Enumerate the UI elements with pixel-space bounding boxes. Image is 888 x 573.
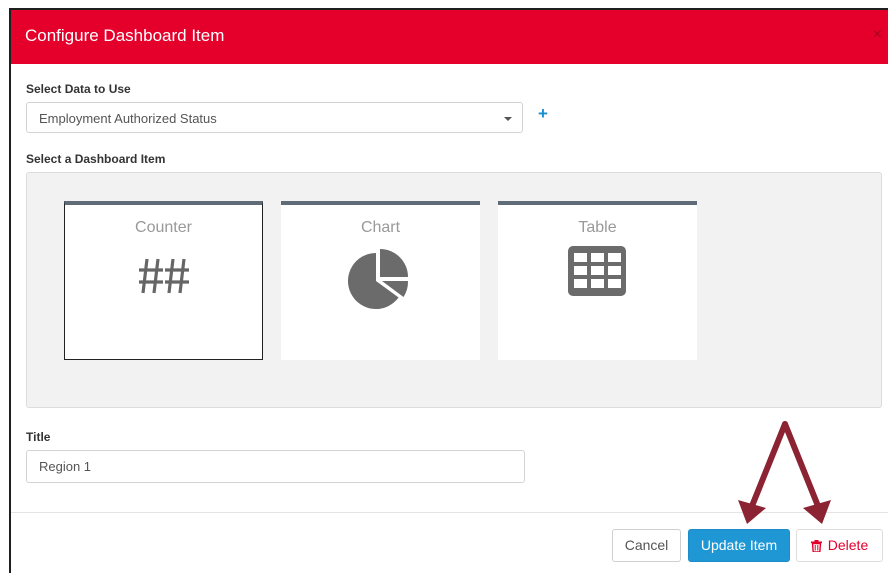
data-source-select[interactable]: Employment Authorized Status: [26, 102, 523, 133]
option-label: Table: [578, 219, 617, 236]
close-icon[interactable]: ×: [873, 26, 882, 44]
select-dashboard-item-label: Select a Dashboard Item: [26, 152, 166, 166]
pie-chart-icon: [348, 249, 409, 309]
update-item-button[interactable]: Update Item: [688, 529, 790, 562]
dashboard-option-table[interactable]: Table: [498, 201, 697, 360]
delete-button[interactable]: Delete: [796, 529, 883, 562]
title-label: Title: [26, 430, 51, 444]
configure-dashboard-item-dialog: Configure Dashboard Item × Select Data t…: [9, 8, 888, 573]
select-data-label: Select Data to Use: [26, 82, 131, 96]
delete-label: Delete: [827, 537, 869, 553]
dashboard-option-counter[interactable]: Counter: [64, 201, 263, 360]
dashboard-option-chart[interactable]: Chart: [281, 201, 480, 360]
title-input[interactable]: [26, 450, 525, 483]
option-label: Chart: [360, 219, 401, 236]
option-label: Counter: [135, 219, 192, 236]
hash-icon: [139, 258, 189, 294]
dialog-header: Configure Dashboard Item ×: [11, 10, 888, 64]
footer-divider: [11, 512, 888, 513]
trash-icon: [810, 540, 822, 552]
dashboard-item-picker: Counter Chart Table: [26, 172, 882, 408]
add-data-button[interactable]: +: [538, 105, 550, 122]
chevron-down-icon: [504, 117, 512, 121]
data-source-value: Employment Authorized Status: [39, 111, 217, 126]
table-icon: [568, 246, 626, 296]
dialog-title: Configure Dashboard Item: [25, 26, 225, 45]
cancel-button[interactable]: Cancel: [612, 529, 681, 562]
